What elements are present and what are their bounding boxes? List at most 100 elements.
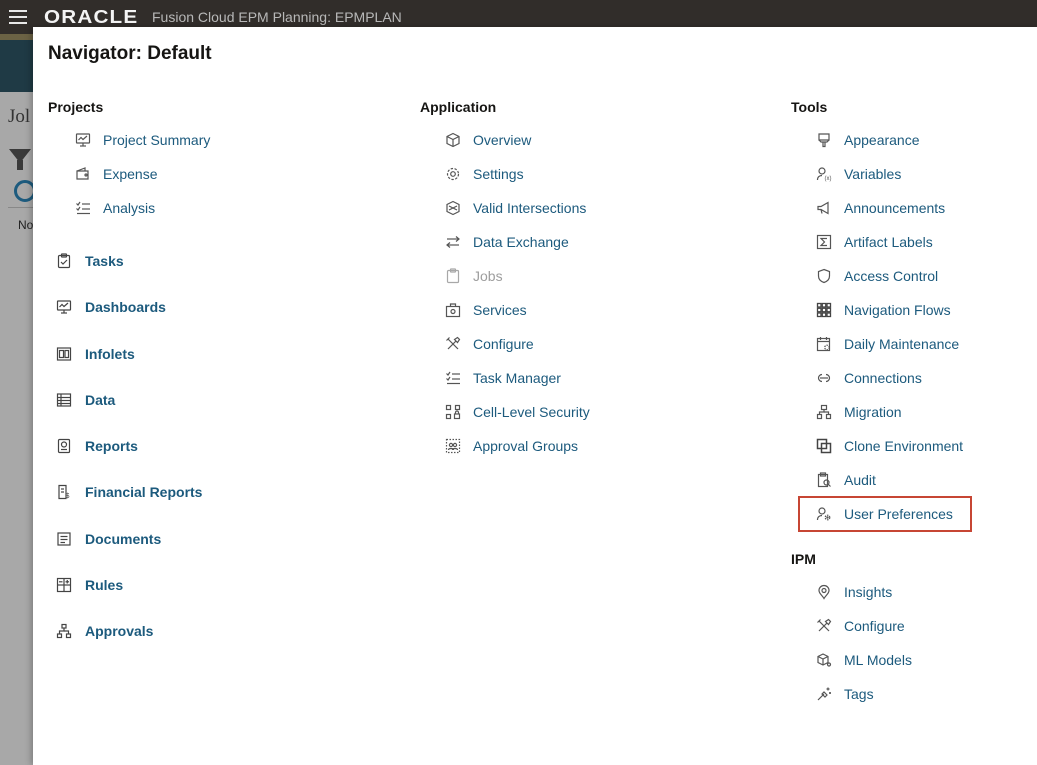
nav-item-project-summary[interactable]: Project Summary [74, 129, 210, 151]
sigma-icon [815, 233, 833, 251]
shield-icon [815, 267, 833, 285]
nav-card-label: Approvals [85, 623, 154, 639]
nav-item-label: ML Models [844, 652, 912, 668]
nav-item-access-control[interactable]: Access Control [815, 265, 938, 287]
nav-item-label: Project Summary [103, 132, 211, 148]
nav-item-label: Jobs [473, 268, 503, 284]
nav-item-daily-maintenance[interactable]: Daily Maintenance [815, 333, 959, 355]
section-header-projects: Projects [48, 99, 104, 115]
nav-item-task-manager[interactable]: Task Manager [444, 367, 561, 389]
nav-item-label: Expense [103, 166, 158, 182]
monitor-chart-icon [74, 131, 92, 149]
intersect-icon [444, 199, 462, 217]
nav-item-label: Insights [844, 584, 893, 600]
highlight-box [798, 496, 972, 532]
nav-item-label: Settings [473, 166, 524, 182]
nav-card-reports[interactable]: Reports [55, 435, 138, 457]
nav-item-data-exchange[interactable]: Data Exchange [444, 231, 569, 253]
nav-item-label: Data Exchange [473, 234, 569, 250]
nav-card-label: Rules [85, 577, 124, 593]
wallet-icon [74, 165, 92, 183]
checklist-icon [444, 369, 462, 387]
insight-icon [815, 583, 833, 601]
nav-card-label: Data [85, 392, 116, 408]
cube-icon [444, 131, 462, 149]
nav-item-settings[interactable]: Settings [444, 163, 524, 185]
nav-item-connections[interactable]: Connections [815, 367, 922, 389]
nav-item-label: Appearance [844, 132, 920, 148]
background-banner [0, 34, 33, 92]
document-icon [55, 530, 73, 548]
nav-item-announcements[interactable]: Announcements [815, 197, 945, 219]
nav-card-approvals[interactable]: Approvals [55, 620, 153, 642]
clone-icon [815, 437, 833, 455]
calculator-icon [55, 576, 73, 594]
nav-item-audit[interactable]: Audit [815, 469, 876, 491]
navigator-panel: Navigator: Default Projects Project Summ… [33, 27, 1037, 765]
nav-item-label: Configure [473, 336, 534, 352]
hierarchy-icon [55, 622, 73, 640]
hamburger-icon[interactable] [9, 10, 27, 24]
nav-item-artifact-labels[interactable]: Artifact Labels [815, 231, 933, 253]
nav-item-insights[interactable]: Insights [815, 581, 892, 603]
nav-item-navigation-flows[interactable]: Navigation Flows [815, 299, 951, 321]
app-title: Fusion Cloud EPM Planning: EPMPLAN [152, 9, 402, 25]
nav-item-tags[interactable]: Tags [815, 683, 874, 705]
nav-item-label: Announcements [844, 200, 946, 216]
nav-item-migration[interactable]: Migration [815, 401, 902, 423]
paint-brush-icon [815, 131, 833, 149]
calendar-gear-icon [815, 335, 833, 353]
nav-item-label: Migration [844, 404, 902, 420]
nav-card-label: Dashboards [85, 299, 166, 315]
nav-item-label: Analysis [103, 200, 156, 216]
section-header-application: Application [420, 99, 497, 115]
clipboard-check-icon [55, 252, 73, 270]
migration-icon [815, 403, 833, 421]
nav-item-analysis[interactable]: Analysis [74, 197, 155, 219]
clipboard-icon [444, 267, 462, 285]
navigator-title: Navigator: Default [48, 43, 212, 64]
nav-item-label: Access Control [844, 268, 939, 284]
nav-card-data[interactable]: Data [55, 389, 115, 411]
nav-item-configure[interactable]: Configure [444, 333, 534, 355]
megaphone-icon [815, 199, 833, 217]
nav-item-appearance[interactable]: Appearance [815, 129, 920, 151]
ml-cube-icon [815, 651, 833, 669]
nav-item-label: Services [473, 302, 527, 318]
nav-item-label: Navigation Flows [844, 302, 951, 318]
nav-item-label: Daily Maintenance [844, 336, 960, 352]
nav-card-dashboards[interactable]: Dashboards [55, 296, 166, 318]
nav-item-expense[interactable]: Expense [74, 163, 157, 185]
nav-item-label: Tags [844, 686, 874, 702]
nav-card-financial-reports[interactable]: $ Financial Reports [55, 481, 202, 503]
nav-item-ml-models[interactable]: ML Models [815, 649, 912, 671]
nav-item-variables[interactable]: (x) Variables [815, 163, 901, 185]
nav-card-infolets[interactable]: Infolets [55, 343, 135, 365]
nav-item-services[interactable]: Services [444, 299, 527, 321]
infolet-icon [55, 345, 73, 363]
tools-icon [815, 617, 833, 635]
nav-item-cell-level-security[interactable]: Cell-Level Security [444, 401, 590, 423]
checklist-icon [74, 199, 92, 217]
svg-text:$: $ [66, 493, 70, 500]
table-icon [55, 391, 73, 409]
divider [8, 207, 33, 208]
svg-text:(x): (x) [825, 176, 832, 182]
nav-card-documents[interactable]: Documents [55, 528, 161, 550]
nav-item-approval-groups[interactable]: Approval Groups [444, 435, 578, 457]
nav-item-valid-intersections[interactable]: Valid Intersections [444, 197, 586, 219]
nav-card-rules[interactable]: Rules [55, 574, 123, 596]
nav-item-label: Task Manager [473, 370, 561, 386]
filter-icon-stem [17, 160, 23, 170]
nav-item-label: Overview [473, 132, 532, 148]
audit-icon [815, 471, 833, 489]
grid-lock-icon [444, 403, 462, 421]
nav-item-ipm-configure[interactable]: Configure [815, 615, 905, 637]
tools-icon [444, 335, 462, 353]
nav-item-label: Cell-Level Security [473, 404, 590, 420]
nav-item-overview[interactable]: Overview [444, 129, 531, 151]
tag-spark-icon [815, 685, 833, 703]
background-page: Jol No [0, 34, 33, 765]
nav-item-clone-environment[interactable]: Clone Environment [815, 435, 963, 457]
nav-card-tasks[interactable]: Tasks [55, 250, 124, 272]
